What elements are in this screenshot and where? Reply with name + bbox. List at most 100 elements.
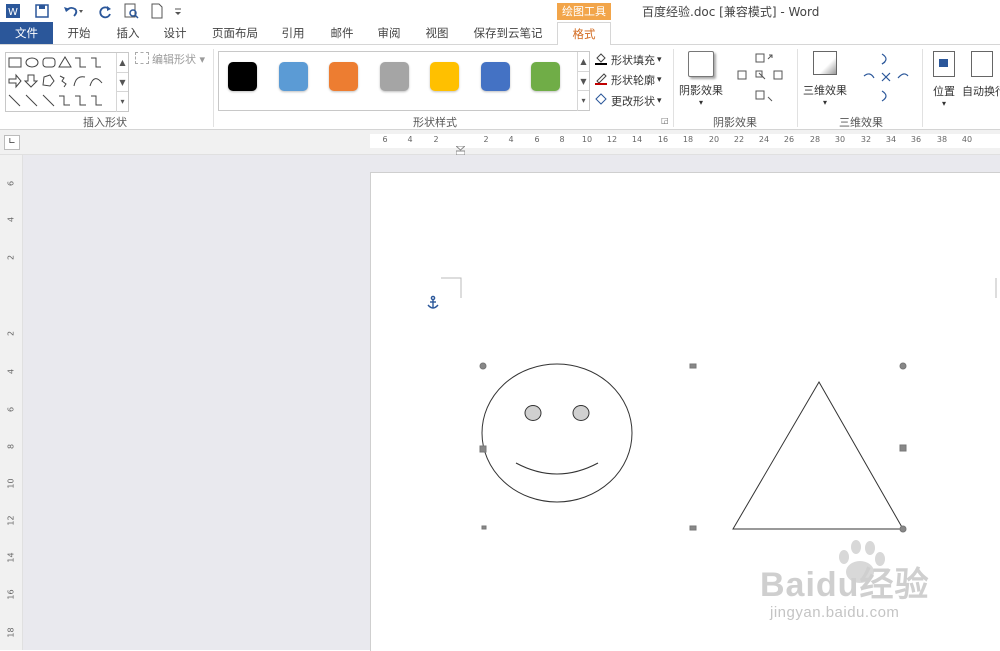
ruler-number: 16 <box>6 589 16 600</box>
tab-save-to-cloud-notes[interactable]: 保存到云笔记 <box>466 22 550 44</box>
ruler-number: 24 <box>758 135 770 144</box>
tab-insert[interactable]: 插入 <box>110 22 146 44</box>
new-document-icon[interactable] <box>148 2 166 20</box>
baidu-jingyan-watermark: Baidu经验 jingyan.baidu.com <box>760 540 929 621</box>
indent-marker[interactable] <box>454 144 467 156</box>
style-swatch[interactable] <box>531 62 560 91</box>
right-eye <box>572 405 590 421</box>
style-swatch[interactable] <box>430 62 459 91</box>
ruler-number: 4 <box>6 216 16 223</box>
chevron-down-icon: ▾ <box>698 98 703 107</box>
styles-scroll-down[interactable]: ▼ <box>577 71 589 91</box>
group-separator <box>922 49 923 127</box>
ruler-number: 8 <box>559 135 565 144</box>
horizontal-ruler[interactable]: ∟ 6 4 2 2 4 6 8 10 12 14 16 18 20 22 24 26 28 30 32 34 36 38 4… <box>0 130 1000 156</box>
selection-handle[interactable] <box>689 363 697 369</box>
ruler-number: 4 <box>508 135 514 144</box>
ruler-number: 12 <box>606 135 618 144</box>
shapes-scroll-up[interactable]: ▲ <box>116 53 128 72</box>
selection-handle[interactable] <box>689 525 697 531</box>
tab-view[interactable]: 视图 <box>419 22 455 44</box>
ruler-number: 10 <box>581 135 593 144</box>
title-bar: W 绘图工具 百度经验.doc [兼容模式] - Word <box>0 0 1000 22</box>
shape-fill-button[interactable]: 形状填充 ▾ <box>594 51 662 68</box>
selection-handle[interactable] <box>481 525 487 530</box>
ruler-number: 2 <box>6 254 16 261</box>
ruler-number: 30 <box>834 135 846 144</box>
selection-handle[interactable] <box>479 445 487 453</box>
watermark-url: jingyan.baidu.com <box>770 604 900 621</box>
edit-shape-button[interactable]: 编辑形状 ▾ <box>135 51 205 67</box>
group-separator <box>213 49 214 127</box>
tab-format[interactable]: 格式 <box>557 22 611 46</box>
style-swatch[interactable] <box>329 62 358 91</box>
wrap-text-icon <box>971 51 993 77</box>
shapes-gallery[interactable]: ▲ ▼ ▾ <box>5 52 129 112</box>
selection-handle[interactable] <box>899 362 907 370</box>
ruler-number: 4 <box>407 135 413 144</box>
wrap-text-button[interactable]: 自动换行 <box>962 51 1000 99</box>
3d-effects-button[interactable]: 三维效果 ▾ <box>800 51 850 107</box>
shadow-effects-button[interactable]: 阴影效果 ▾ <box>676 51 726 107</box>
print-preview-icon[interactable] <box>122 2 140 20</box>
cube-icon <box>813 51 837 75</box>
ruler-number: 6 <box>6 406 16 413</box>
style-swatch[interactable] <box>278 62 308 91</box>
ribbon-tabs: 文件 开始 插入 设计 页面布局 引用 邮件 审阅 视图 保存到云笔记 格式 <box>0 22 1000 46</box>
styles-more[interactable]: ▾ <box>577 90 589 111</box>
ruler-number: 12 <box>6 515 16 526</box>
customize-icon[interactable] <box>172 2 184 20</box>
selection-handle[interactable] <box>899 444 907 452</box>
tab-page-layout[interactable]: 页面布局 <box>206 22 264 44</box>
smiley-face-shape[interactable] <box>481 363 633 503</box>
anchor-icon <box>427 295 439 309</box>
dialog-launcher-icon[interactable]: ◲ <box>661 116 669 125</box>
ruler-number: 2 <box>6 330 16 337</box>
pen-outline-icon <box>594 71 608 88</box>
tab-mailings[interactable]: 邮件 <box>324 22 360 44</box>
ruler-number: 22 <box>733 135 745 144</box>
shadow-icon <box>688 51 714 77</box>
redo-icon[interactable] <box>96 2 114 20</box>
left-eye <box>524 405 542 421</box>
chevron-down-icon: ▾ <box>657 54 662 65</box>
vertical-ruler[interactable]: 6 4 2 2 4 6 8 10 12 14 16 18 <box>0 155 23 650</box>
style-swatch[interactable] <box>480 62 510 91</box>
tab-file[interactable]: 文件 <box>0 22 53 44</box>
group-separator <box>673 49 674 127</box>
position-button[interactable]: 位置 ▾ <box>928 51 960 108</box>
word-icon[interactable]: W <box>4 2 22 20</box>
tab-stop-selector[interactable]: ∟ <box>4 135 20 150</box>
tab-design[interactable]: 设计 <box>157 22 193 44</box>
styles-scroll-up[interactable]: ▲ <box>577 52 589 71</box>
3d-tilt-icons[interactable] <box>858 51 916 109</box>
shadow-effects-group-label: 阴影效果 <box>713 116 757 129</box>
tab-home[interactable]: 开始 <box>61 22 97 44</box>
shadow-nudge-icons[interactable] <box>734 51 792 109</box>
shapes-gallery-icons <box>8 56 103 107</box>
tab-review[interactable]: 审阅 <box>371 22 407 44</box>
save-icon[interactable] <box>33 2 51 20</box>
undo-icon[interactable] <box>60 2 86 20</box>
chevron-down-icon: ▾ <box>657 74 662 85</box>
tab-references[interactable]: 引用 <box>275 22 311 44</box>
shapes-scroll-down[interactable]: ▼ <box>116 72 128 92</box>
change-shape-icon <box>594 92 608 109</box>
ruler-number: 6 <box>382 135 388 144</box>
style-swatch[interactable] <box>228 62 257 91</box>
ruler-number: 18 <box>682 135 694 144</box>
ruler-number: 14 <box>631 135 643 144</box>
shape-outline-button[interactable]: 形状轮廓 ▾ <box>594 71 662 88</box>
svg-text:W: W <box>8 7 18 18</box>
selection-handle[interactable] <box>899 525 907 533</box>
ruler-number: 20 <box>708 135 720 144</box>
change-shape-button[interactable]: 更改形状 ▾ <box>594 92 662 109</box>
insert-shapes-group-label: 插入形状 <box>83 116 127 129</box>
triangle-shape[interactable] <box>732 381 904 530</box>
selection-handle[interactable] <box>479 362 487 370</box>
position-icon <box>933 51 955 77</box>
shapes-more[interactable]: ▾ <box>116 91 128 112</box>
shape-styles-gallery[interactable]: ▲ ▼ ▾ <box>218 51 590 111</box>
style-swatch[interactable] <box>379 62 409 91</box>
ruler-number: 34 <box>885 135 897 144</box>
